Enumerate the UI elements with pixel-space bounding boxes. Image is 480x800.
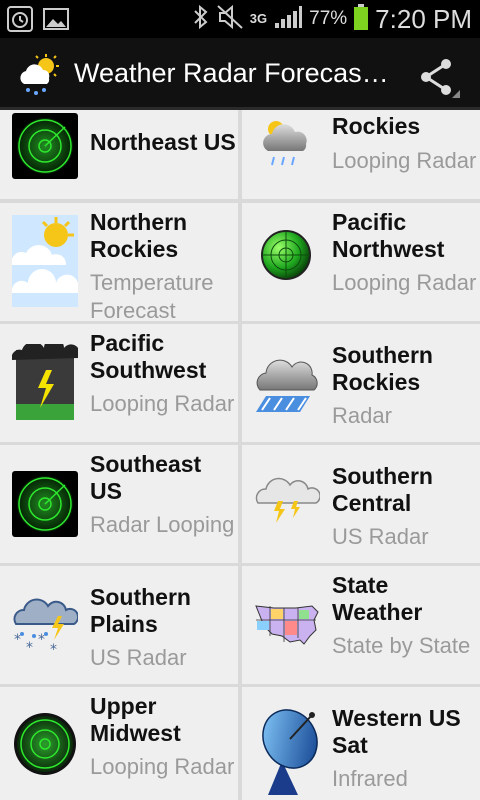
item-title: Western US Sat bbox=[332, 705, 461, 758]
item-title: Pacific Southwest bbox=[90, 330, 207, 383]
svg-text:*: * bbox=[26, 640, 33, 656]
app-title: Weather Radar Forecas… bbox=[74, 58, 389, 88]
item-subtitle: Looping Radar bbox=[90, 391, 235, 416]
round-radar-icon bbox=[260, 229, 312, 281]
storm-cloud-icon bbox=[254, 113, 320, 179]
image-icon bbox=[42, 5, 70, 33]
snow-thunder-icon: * * * * bbox=[12, 592, 80, 658]
item-subtitle: Temperature Forecast bbox=[90, 270, 214, 323]
list-item[interactable]: Southeast US Radar Looping bbox=[0, 445, 238, 563]
list-item[interactable]: Southern Central US Radar bbox=[242, 445, 480, 563]
action-bar: Weather Radar Forecas… bbox=[0, 38, 480, 110]
list-item[interactable]: Pacific Northwest Looping Radar bbox=[242, 203, 480, 321]
battery-percent: 77% bbox=[309, 8, 348, 29]
share-icon[interactable] bbox=[416, 54, 462, 100]
radar-icon bbox=[12, 471, 78, 537]
item-subtitle: Looping Radar bbox=[332, 148, 477, 173]
item-title: Southern Central bbox=[332, 463, 433, 516]
list-item[interactable]: Upper Midwest Looping Radar bbox=[0, 687, 238, 800]
alarm-icon bbox=[6, 5, 34, 33]
list-item[interactable]: Western US Sat Infrared bbox=[242, 687, 480, 800]
item-subtitle: State by State bbox=[332, 633, 471, 658]
item-subtitle: Looping Radar bbox=[332, 270, 477, 295]
svg-text:*: * bbox=[38, 632, 45, 648]
item-subtitle: US Radar bbox=[332, 524, 429, 549]
thunder-cloud-icon bbox=[254, 475, 321, 541]
battery-icon bbox=[353, 3, 369, 36]
item-subtitle: Infrared bbox=[332, 766, 408, 791]
item-title: State Weather bbox=[332, 572, 423, 625]
item-subtitle: Radar bbox=[332, 403, 392, 428]
item-title: Upper Midwest bbox=[90, 693, 181, 746]
network-type: 3G bbox=[249, 11, 268, 26]
item-title: Southeast US bbox=[90, 451, 202, 504]
region-grid: Northeast US Rockies Looping Radar North… bbox=[0, 110, 480, 800]
list-item[interactable]: * * * * Southern Plains US Radar bbox=[0, 566, 238, 684]
svg-text:*: * bbox=[50, 642, 57, 658]
sun-clouds-icon bbox=[11, 215, 79, 307]
item-subtitle: Radar Looping bbox=[90, 512, 235, 537]
list-item[interactable]: Northern Rockies Temperature Forecast bbox=[0, 203, 238, 323]
item-title: Northeast US bbox=[90, 129, 236, 155]
mute-icon bbox=[216, 4, 244, 35]
item-title: Southern Plains bbox=[90, 584, 191, 637]
status-bar: 3G 77% 7:20 PM bbox=[0, 0, 480, 38]
round-radar-icon bbox=[12, 711, 78, 777]
item-title: Rockies bbox=[332, 113, 421, 139]
list-item[interactable]: Southern Rockies Radar bbox=[242, 324, 480, 442]
item-subtitle: US Radar bbox=[90, 645, 187, 670]
us-map-icon bbox=[254, 598, 320, 648]
list-item[interactable]: Rockies Looping Radar bbox=[242, 110, 480, 199]
item-title: Northern Rockies bbox=[90, 209, 188, 262]
weather-logo-icon[interactable] bbox=[16, 52, 62, 98]
svg-text:*: * bbox=[14, 632, 21, 648]
item-title: Pacific Northwest bbox=[332, 209, 445, 262]
list-item[interactable]: State Weather State by State bbox=[242, 566, 480, 684]
lightning-icon bbox=[11, 338, 80, 420]
bluetooth-icon bbox=[192, 4, 210, 35]
rain-cloud-icon bbox=[254, 350, 320, 416]
list-item[interactable]: Northeast US bbox=[0, 110, 238, 199]
item-subtitle: Looping Radar bbox=[90, 754, 235, 779]
list-item[interactable]: Pacific Southwest Looping Radar bbox=[0, 324, 238, 442]
item-title: Southern Rockies bbox=[332, 342, 433, 395]
clock: 7:20 PM bbox=[375, 3, 472, 34]
satellite-dish-icon bbox=[254, 701, 320, 797]
radar-icon bbox=[12, 113, 78, 179]
signal-icon bbox=[273, 4, 303, 35]
